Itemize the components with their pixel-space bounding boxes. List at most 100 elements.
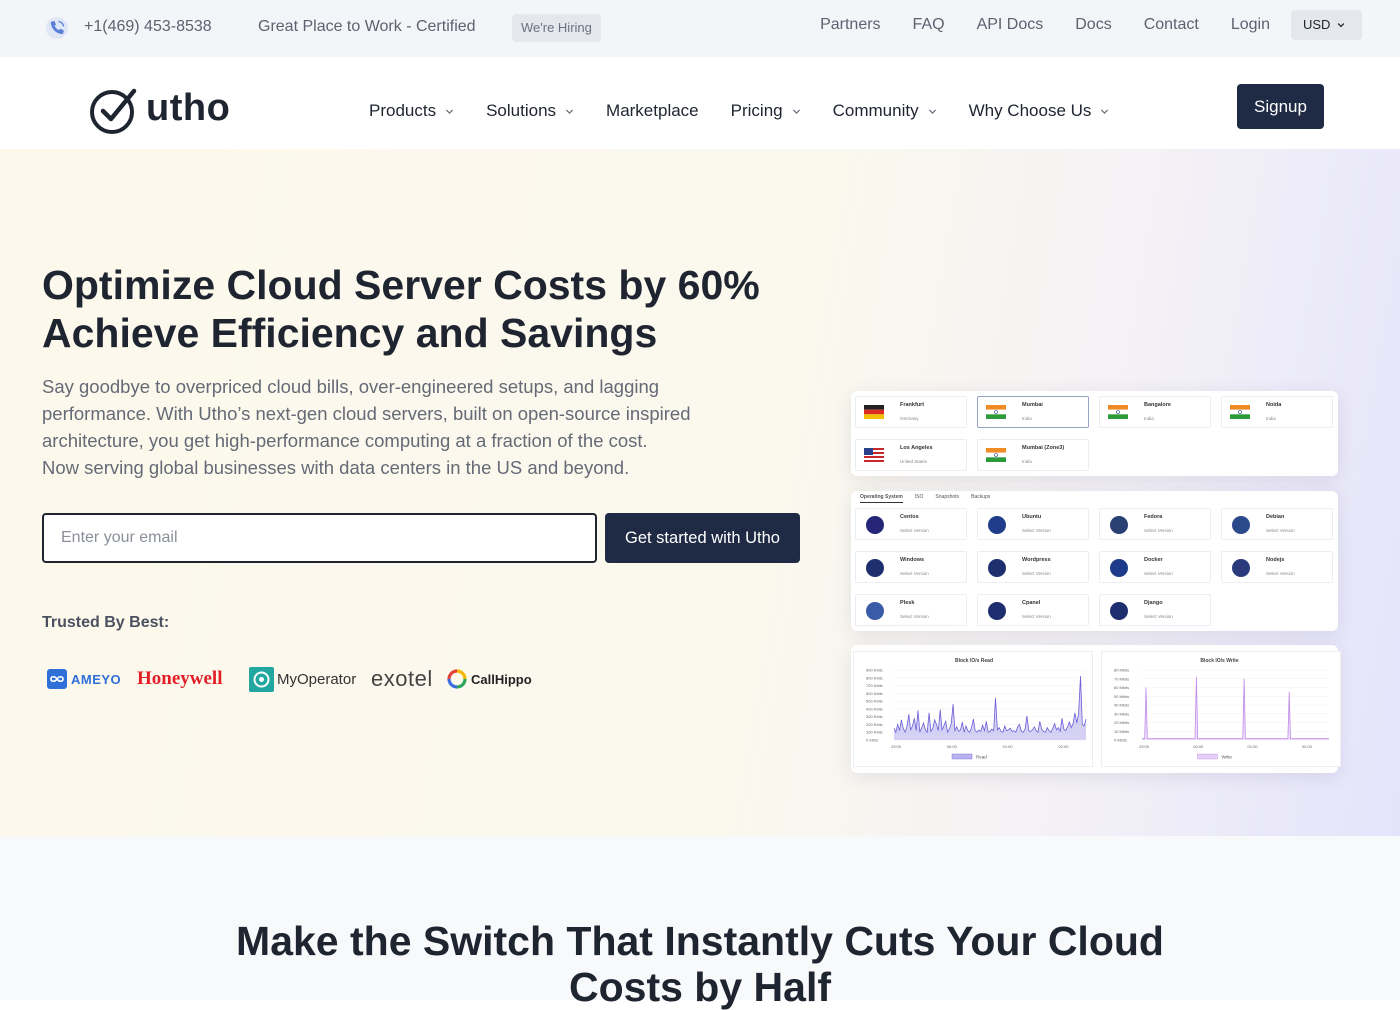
hiring-badge[interactable]: We're Hiring	[512, 14, 601, 42]
menu-why-choose-us-label: Why Choose Us	[968, 101, 1092, 120]
y-tick-label: 70 Mbits	[1114, 676, 1129, 681]
y-tick-label: 700 Kbits	[866, 683, 883, 688]
menu-marketplace-label: Marketplace	[606, 101, 699, 120]
x-tick-label: 02:00	[1058, 744, 1069, 749]
us-flag-icon	[864, 448, 884, 462]
brand-myoperator-text: MyOperator	[277, 670, 357, 688]
currency-select[interactable]: USD	[1291, 10, 1362, 40]
os-tile[interactable]: Fedora Select Version	[1099, 508, 1211, 540]
os-tile[interactable]: Django Select Version	[1099, 594, 1211, 626]
tab-iso[interactable]: ISO	[915, 494, 924, 503]
menu-community-label: Community	[832, 101, 919, 120]
y-tick-label: 900 Kbits	[866, 668, 883, 673]
chevron-down-icon	[792, 108, 800, 114]
menu-community[interactable]: Community	[833, 101, 937, 121]
y-tick-label: 60 Mbits	[1114, 685, 1129, 690]
top-link-faq[interactable]: FAQ	[913, 16, 945, 34]
top-link-partners[interactable]: Partners	[820, 16, 880, 34]
windows-icon	[866, 559, 884, 577]
y-tick-label: 50 Mbits	[1114, 694, 1129, 699]
os-subtext: Select Version	[1144, 528, 1173, 533]
os-subtext: Select Version	[1144, 571, 1173, 576]
os-tile[interactable]: Plesk Select Version	[855, 594, 967, 626]
brand-ameyo: AMEYO	[46, 659, 121, 699]
utho-logo[interactable]: utho	[90, 85, 240, 135]
top-link-contact[interactable]: Contact	[1144, 16, 1199, 34]
menu-solutions[interactable]: Solutions	[486, 101, 574, 121]
tab-snapshots[interactable]: Snapshots	[935, 494, 959, 503]
certification-text: Great Place to Work - Certified	[258, 18, 476, 35]
os-tile[interactable]: Centos Select Version	[855, 508, 967, 540]
os-tile[interactable]: Wordpress Select Version	[977, 551, 1089, 583]
brand-honeywell-text: Honeywell	[137, 668, 223, 689]
os-name: Django	[1144, 600, 1163, 606]
os-tile[interactable]: Docker Select Version	[1099, 551, 1211, 583]
hero-description-line4: Now serving global businesses with data …	[42, 457, 630, 478]
os-name: Debian	[1266, 514, 1285, 520]
os-tile[interactable]: Cpanel Select Version	[977, 594, 1089, 626]
legend-swatch	[1197, 753, 1218, 760]
myoperator-logo-icon	[249, 666, 274, 692]
os-subtext: Select Version	[1266, 528, 1295, 533]
os-tile[interactable]: Debian Select Version	[1221, 508, 1333, 540]
phone-number[interactable]: +1(469) 453-8538	[84, 18, 212, 36]
os-name: Fedora	[1144, 514, 1163, 520]
os-tile[interactable]: Ubuntu Select Version	[977, 508, 1089, 540]
top-link-login[interactable]: Login	[1231, 16, 1270, 34]
location-tile[interactable]: Los Angeles United States	[855, 439, 967, 471]
os-subtext: Select Version	[1144, 614, 1173, 619]
location-tile[interactable]: Noida India	[1221, 396, 1333, 428]
tab-backups[interactable]: Backups	[971, 494, 990, 503]
top-link-api-docs[interactable]: API Docs	[977, 16, 1044, 34]
india-flag-icon	[986, 405, 1006, 419]
india-flag-icon	[1108, 405, 1128, 419]
signup-button[interactable]: Signup	[1237, 84, 1324, 129]
y-tick-label: 300 Kbits	[866, 714, 883, 719]
series-line	[1142, 676, 1329, 740]
read-chart: Block IO/s Read 900 Kbits 800 Kbits 700 Kbi…	[853, 651, 1093, 767]
cpanel-icon	[988, 602, 1006, 620]
phone-icon	[46, 17, 68, 39]
location-country: India	[1022, 459, 1032, 464]
email-input[interactable]	[42, 513, 597, 563]
os-name: Nodejs	[1266, 557, 1285, 563]
ubuntu-icon	[988, 516, 1006, 534]
ameyo-logo-icon	[47, 669, 67, 689]
brand-myoperator: MyOperator	[249, 659, 356, 699]
location-city: Bangalore	[1144, 402, 1171, 408]
legend-label: Read	[976, 755, 987, 760]
location-city: Frankfurt	[900, 402, 925, 408]
y-tick-label: 30 Mbits	[1114, 711, 1129, 716]
location-country: India	[1144, 416, 1154, 421]
x-tick-label: 23:00	[1139, 744, 1150, 749]
hero-section: Optimize Cloud Server Costs by 60% Achie…	[0, 149, 1400, 836]
location-tile[interactable]: Mumbai (Zone3) India	[977, 439, 1089, 471]
location-tile[interactable]: Bangalore India	[1099, 396, 1211, 428]
menu-solutions-label: Solutions	[486, 101, 557, 120]
menu-products[interactable]: Products	[369, 101, 454, 121]
brand-exotel: exotel	[371, 659, 433, 699]
chevron-down-icon	[1101, 108, 1109, 114]
menu-marketplace[interactable]: Marketplace	[606, 101, 699, 121]
tab-operating-system[interactable]: Operating System	[860, 494, 903, 503]
brand-exotel-text: exotel	[371, 666, 433, 691]
y-tick-label: 10 Mbits	[1114, 729, 1129, 734]
top-bar: +1(469) 453-8538 Great Place to Work - C…	[0, 0, 1400, 57]
location-tile[interactable]: Frankfurt Germany	[855, 396, 967, 428]
menu-why-choose-us[interactable]: Why Choose Us	[969, 101, 1110, 121]
get-started-button[interactable]: Get started with Utho	[605, 513, 800, 563]
os-tabs: Operating System ISO Snapshots Backups	[860, 494, 990, 503]
x-tick-label: 01:00	[1003, 744, 1014, 749]
currency-value: USD	[1303, 17, 1331, 32]
docker-icon	[1110, 559, 1128, 577]
top-link-docs[interactable]: Docs	[1075, 16, 1111, 34]
callhippo-logo-icon	[447, 669, 467, 689]
os-tile[interactable]: Windows Select Version	[855, 551, 967, 583]
os-tile[interactable]: Nodejs Select Version	[1221, 551, 1333, 583]
location-tile-selected[interactable]: Mumbai India	[977, 396, 1089, 428]
logo-wordmark: utho	[146, 87, 231, 129]
logo-check-icon	[90, 88, 137, 134]
menu-pricing[interactable]: Pricing	[731, 101, 801, 121]
hero-description-line3: architecture, you get high-performance c…	[42, 430, 648, 451]
write-chart-svg: Block IO/s Write 80 Mbits 70 Mbits 60 Mbits…	[1114, 658, 1329, 760]
